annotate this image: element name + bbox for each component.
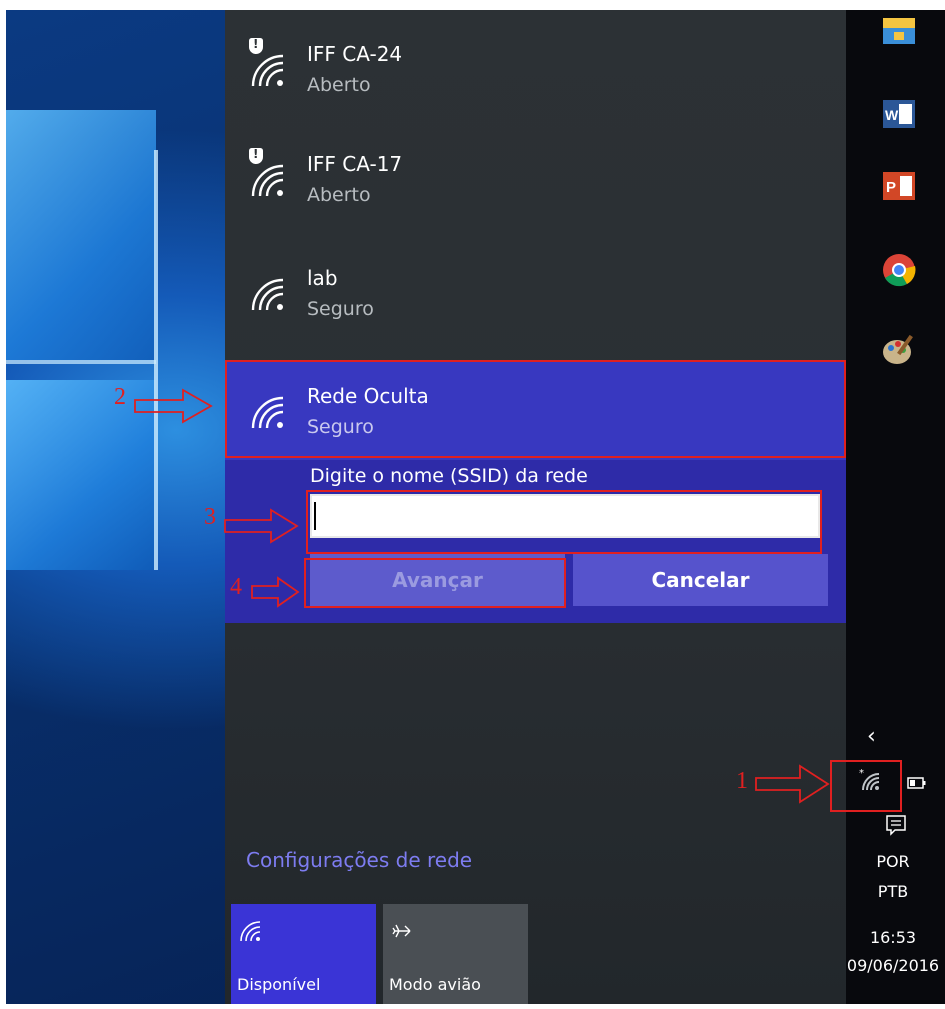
- wifi-signal-icon: [251, 54, 284, 87]
- annotation-number-2: 2: [114, 384, 126, 410]
- paint-icon[interactable]: [881, 332, 917, 368]
- show-hidden-icons-chevron-icon[interactable]: ‹: [867, 724, 876, 749]
- wifi-tile-label: Disponível: [237, 975, 321, 994]
- clock-time[interactable]: 16:53: [841, 928, 945, 947]
- action-center-icon[interactable]: [885, 814, 907, 836]
- svg-text:W: W: [885, 107, 899, 123]
- annotation-number-3: 3: [204, 504, 216, 530]
- airplane-icon: [392, 924, 411, 938]
- annotation-number-1: 1: [736, 768, 748, 794]
- network-item[interactable]: IFF CA-17 Aberto: [225, 128, 846, 228]
- annotation-box-3: [306, 490, 822, 554]
- chrome-icon[interactable]: [881, 252, 917, 288]
- network-status: Aberto: [307, 184, 371, 206]
- language-line2[interactable]: PTB: [841, 882, 945, 901]
- network-item[interactable]: lab Seguro: [225, 242, 846, 342]
- wifi-signal-icon: [251, 278, 284, 311]
- annotation-number-4: 4: [230, 574, 242, 600]
- word-icon[interactable]: W: [881, 96, 917, 132]
- svg-text:P: P: [886, 179, 896, 196]
- clock-date[interactable]: 09/06/2016: [841, 956, 945, 975]
- wifi-toggle-tile[interactable]: Disponível: [231, 904, 376, 1004]
- annotation-arrow-4: [251, 576, 300, 608]
- annotation-arrow-3: [224, 508, 299, 544]
- network-status: Seguro: [307, 298, 374, 320]
- file-explorer-icon[interactable]: [881, 12, 917, 48]
- network-status: Aberto: [307, 74, 371, 96]
- windows-logo-pane: [6, 110, 156, 360]
- network-ssid: IFF CA-17: [307, 152, 403, 176]
- screenshot-frame: W P ‹ * POR PTB 16:53 09/06/2016 ! IFF C…: [6, 10, 945, 1004]
- airplane-tile-label: Modo avião: [389, 975, 481, 994]
- powerpoint-icon[interactable]: P: [881, 168, 917, 204]
- windows-logo-edge: [6, 360, 156, 364]
- wifi-signal-icon: [251, 164, 284, 197]
- network-ssid: lab: [307, 266, 338, 290]
- language-line1[interactable]: POR: [841, 852, 945, 871]
- network-ssid: IFF CA-24: [307, 42, 403, 66]
- annotation-arrow-2: [134, 388, 213, 424]
- annotation-arrow-1: [755, 764, 830, 804]
- annotation-box-4: [304, 558, 566, 608]
- network-settings-link[interactable]: Configurações de rede: [246, 848, 472, 872]
- network-item[interactable]: IFF CA-24 Aberto: [225, 18, 846, 118]
- wifi-icon: [240, 921, 261, 942]
- taskbar: W P ‹ * POR PTB 16:53 09/06/2016: [841, 10, 945, 1004]
- battery-icon[interactable]: [907, 776, 927, 790]
- ssid-prompt-label: Digite o nome (SSID) da rede: [310, 465, 588, 487]
- cancel-button[interactable]: Cancelar: [573, 554, 828, 606]
- airplane-mode-tile[interactable]: Modo avião: [383, 904, 528, 1004]
- annotation-box-2: [225, 360, 846, 458]
- annotation-box-1: [830, 760, 902, 812]
